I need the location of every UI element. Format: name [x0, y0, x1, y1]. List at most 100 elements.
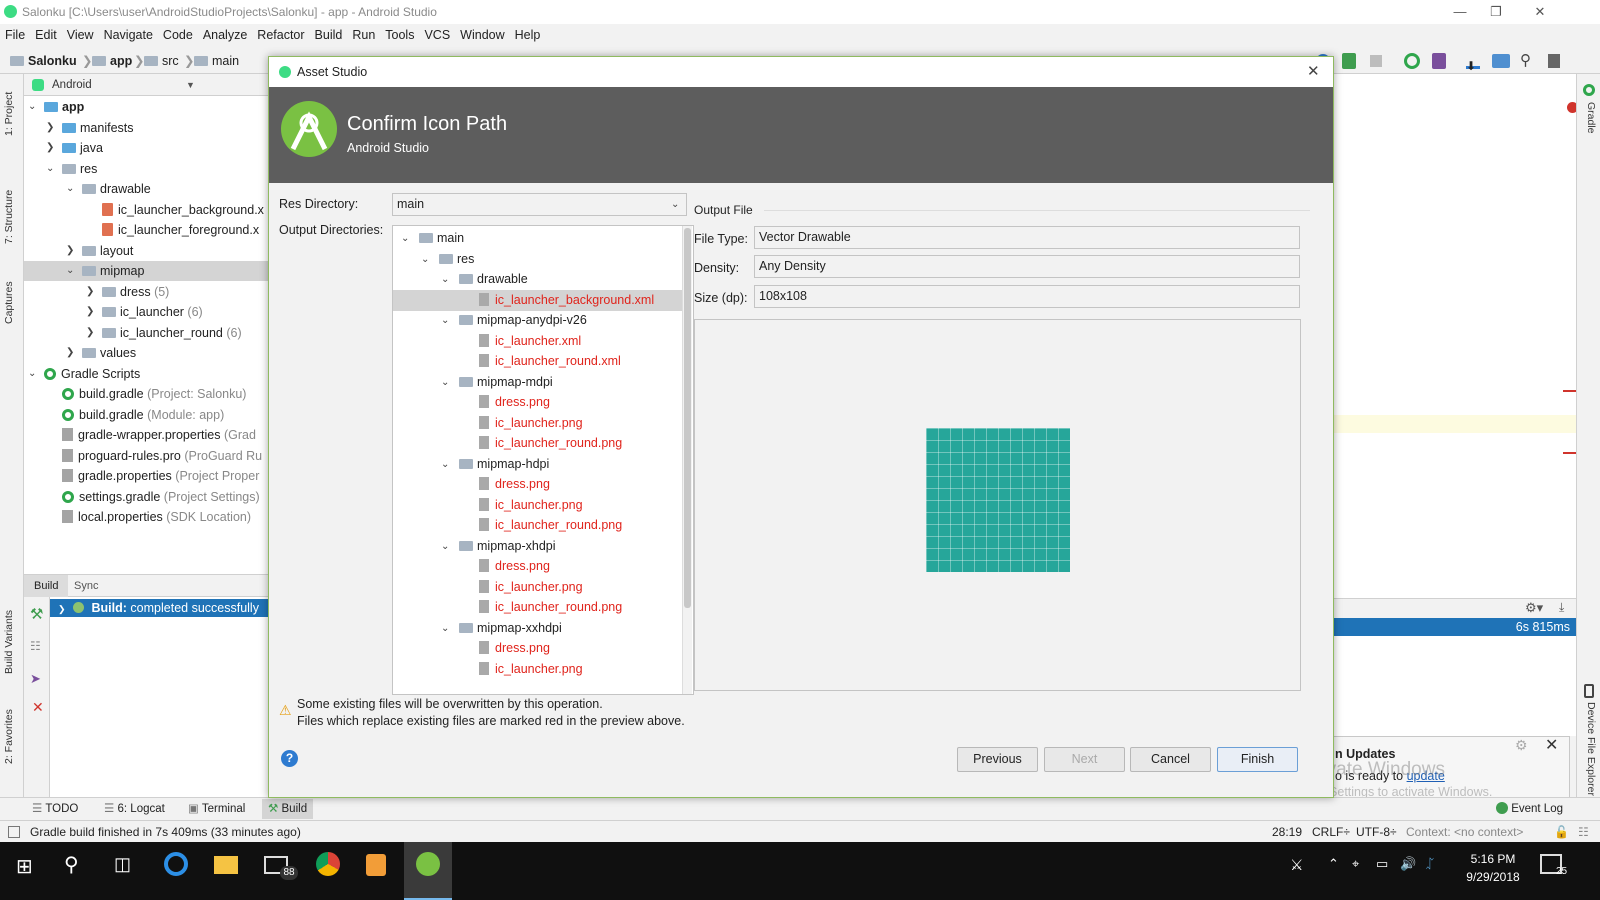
chevron-down-icon[interactable]: ⌄: [401, 228, 409, 249]
memory-icon[interactable]: ☷: [1578, 821, 1589, 843]
android-studio-taskbar-button[interactable]: [404, 842, 452, 900]
project-tree-item[interactable]: settings.gradle (Project Settings): [24, 487, 272, 507]
tab-project[interactable]: 1: Project: [3, 92, 15, 136]
output-tree-item[interactable]: ic_launcher_round.png: [393, 597, 683, 618]
output-tree-item[interactable]: ic_launcher_round.png: [393, 433, 683, 454]
chevron-up-icon[interactable]: ⌃: [1328, 856, 1339, 872]
menu-view[interactable]: View: [62, 24, 99, 46]
chevron-down-icon[interactable]: ⌄: [441, 372, 449, 393]
tab-device-file-explorer[interactable]: Device File Explorer: [1585, 702, 1597, 796]
menu-navigate[interactable]: Navigate: [99, 24, 158, 46]
project-tree-item[interactable]: gradle-wrapper.properties (Grad: [24, 425, 272, 445]
clock-time[interactable]: 5:16 PM: [1460, 852, 1526, 866]
close-build-icon[interactable]: ✕: [32, 699, 44, 716]
project-tree-item[interactable]: ❯ java: [24, 138, 272, 158]
output-tree-item[interactable]: ⌄ main: [393, 228, 683, 249]
chevron-right-icon[interactable]: ❯: [46, 138, 54, 158]
output-tree-item[interactable]: dress.png: [393, 392, 683, 413]
tab-build-variants[interactable]: Build Variants: [3, 610, 15, 674]
chevron-right-icon[interactable]: ❯: [86, 282, 94, 302]
cursor-position[interactable]: 28:19: [1272, 821, 1302, 843]
edge-icon[interactable]: [164, 852, 188, 876]
close-window-button[interactable]: ✕: [1520, 0, 1560, 24]
chevron-down-icon[interactable]: ⌄: [28, 364, 36, 384]
search-icon[interactable]: ⚲: [64, 852, 79, 877]
dropdown-arrow-icon[interactable]: ▼: [186, 74, 195, 96]
volume-icon[interactable]: 🔊: [1400, 856, 1416, 872]
project-tree-item[interactable]: ❯ manifests: [24, 118, 272, 138]
notification-settings-icon[interactable]: ⚙: [1515, 737, 1528, 754]
breadcrumb-project[interactable]: Salonku: [10, 48, 77, 74]
cancel-button[interactable]: Cancel: [1130, 747, 1211, 772]
finish-button[interactable]: Finish: [1217, 747, 1298, 772]
people-icon[interactable]: ⚔: [1290, 856, 1303, 874]
output-tree-item[interactable]: ic_launcher.png: [393, 413, 683, 434]
output-tree-item[interactable]: ic_launcher.png: [393, 659, 683, 680]
maximize-button[interactable]: ❐: [1476, 0, 1516, 24]
menu-help[interactable]: Help: [510, 24, 546, 46]
output-tree-item[interactable]: dress.png: [393, 556, 683, 577]
next-button[interactable]: Next: [1044, 747, 1125, 772]
chevron-down-icon[interactable]: ⌄: [441, 536, 449, 557]
chevron-right-icon[interactable]: ❯: [86, 323, 94, 343]
menu-edit[interactable]: Edit: [30, 24, 62, 46]
help-icon[interactable]: ?: [281, 750, 298, 767]
tab-build[interactable]: ⚒ Build: [262, 799, 314, 819]
minimize-button[interactable]: —: [1440, 0, 1480, 24]
task-view-icon[interactable]: ◫: [114, 854, 131, 875]
output-tree-item[interactable]: ⌄ res: [393, 249, 683, 270]
project-tree-item[interactable]: ic_launcher_foreground.x: [24, 220, 272, 240]
chevron-down-icon[interactable]: ⌄: [28, 97, 36, 117]
output-tree-item[interactable]: ⌄ mipmap-mdpi: [393, 372, 683, 393]
project-tree-item[interactable]: ⌄ drawable: [24, 179, 272, 199]
file-encoding[interactable]: UTF-8÷: [1356, 821, 1397, 843]
project-tree-item[interactable]: ❯ values: [24, 343, 272, 363]
menu-vcs[interactable]: VCS: [419, 24, 455, 46]
tab-captures[interactable]: Captures: [3, 281, 15, 324]
project-tree-item[interactable]: gradle.properties (Project Proper: [24, 466, 272, 486]
chevron-right-icon[interactable]: ❯: [46, 118, 54, 138]
toggle-tool-windows-icon[interactable]: [8, 826, 20, 838]
output-tree-item[interactable]: ⌄ drawable: [393, 269, 683, 290]
project-tree-item[interactable]: ⌄ Gradle Scripts: [24, 364, 272, 384]
bluetooth-icon[interactable]: ᛢ: [1426, 856, 1434, 871]
menu-code[interactable]: Code: [158, 24, 198, 46]
menu-analyze[interactable]: Analyze: [198, 24, 252, 46]
res-directory-select[interactable]: main ⌄: [392, 193, 687, 216]
chevron-down-icon[interactable]: ⌄: [441, 454, 449, 475]
project-tree-item[interactable]: ⌄ res: [24, 159, 272, 179]
chevron-down-icon[interactable]: ⌄: [66, 261, 74, 281]
avd-manager-icon[interactable]: [1432, 53, 1446, 69]
build-status-row[interactable]: ❯ Build: completed successfully: [50, 599, 272, 617]
chevron-right-icon[interactable]: ❯: [66, 241, 74, 261]
menu-window[interactable]: Window: [455, 24, 509, 46]
project-tree-item[interactable]: local.properties (SDK Location): [24, 507, 272, 527]
media-player-icon[interactable]: [366, 854, 386, 876]
tab-terminal[interactable]: ▣ Terminal: [188, 798, 245, 820]
output-tree-item[interactable]: ic_launcher.xml: [393, 331, 683, 352]
layout-inspector-icon[interactable]: [1548, 54, 1560, 68]
output-tree-item[interactable]: dress.png: [393, 474, 683, 495]
output-tree-item[interactable]: ⌄ mipmap-xhdpi: [393, 536, 683, 557]
debug-attach-icon[interactable]: [1342, 53, 1356, 69]
settings-icon[interactable]: ⚙▾: [1525, 600, 1543, 616]
output-tree-item[interactable]: dress.png: [393, 638, 683, 659]
menu-refactor[interactable]: Refactor: [252, 24, 309, 46]
project-tree-item[interactable]: ic_launcher_background.x: [24, 200, 272, 220]
output-tree-item[interactable]: ic_launcher_round.png: [393, 515, 683, 536]
project-view-selector[interactable]: Android ▼: [24, 74, 272, 96]
tree-scrollbar[interactable]: [682, 226, 692, 694]
output-tree-item[interactable]: ic_launcher.png: [393, 577, 683, 598]
output-tree-item[interactable]: ⌄ mipmap-anydpi-v26: [393, 310, 683, 331]
output-tree-item[interactable]: ic_launcher_round.xml: [393, 351, 683, 372]
windows-start-icon[interactable]: ⊞: [16, 854, 33, 879]
tab-favorites[interactable]: 2: Favorites: [3, 709, 15, 764]
sdk-manager-icon[interactable]: ⬇: [1466, 53, 1480, 73]
menu-file[interactable]: File: [0, 24, 30, 46]
chrome-icon[interactable]: [316, 852, 340, 876]
tab-gradle[interactable]: Gradle: [1585, 102, 1597, 134]
tab-build-output[interactable]: Build: [24, 575, 69, 597]
chevron-down-icon[interactable]: ⌄: [66, 179, 74, 199]
project-tree-item[interactable]: ❯ ic_launcher (6): [24, 302, 272, 322]
previous-button[interactable]: Previous: [957, 747, 1038, 772]
